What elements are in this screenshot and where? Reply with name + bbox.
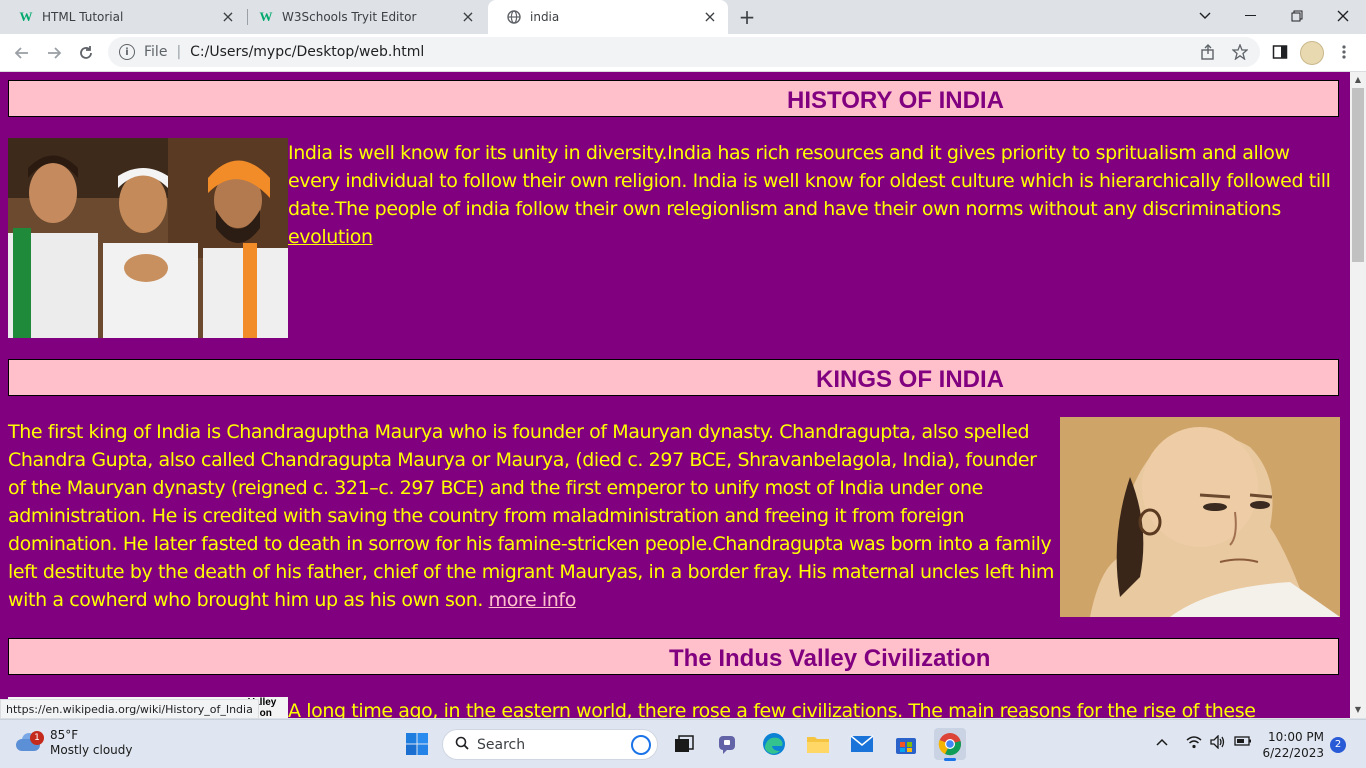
arrow-left-icon bbox=[14, 47, 28, 59]
heading-history-of-india: HISTORY OF INDIA bbox=[787, 87, 1004, 114]
task-view-icon bbox=[675, 735, 694, 752]
minimize-icon bbox=[1245, 15, 1256, 16]
tab-title: W3Schools Tryit Editor bbox=[282, 10, 417, 24]
minimize-button[interactable] bbox=[1228, 0, 1274, 32]
search-icon bbox=[455, 736, 469, 754]
close-icon[interactable]: × bbox=[702, 9, 718, 25]
file-explorer-button[interactable] bbox=[802, 728, 834, 760]
evolution-link[interactable]: evolution bbox=[288, 226, 373, 248]
forward-button[interactable] bbox=[40, 39, 68, 67]
heading-kings-of-india: KINGS OF INDIA bbox=[816, 366, 1005, 393]
bing-icon bbox=[631, 734, 651, 755]
tab-india[interactable]: india × bbox=[488, 0, 728, 34]
mail-button[interactable] bbox=[846, 728, 878, 760]
weather-temp: 85°F bbox=[50, 728, 79, 742]
side-panel-icon[interactable] bbox=[1270, 42, 1290, 62]
w3schools-icon: W bbox=[19, 9, 33, 24]
chrome-icon bbox=[938, 733, 961, 756]
edge-icon bbox=[763, 733, 785, 755]
bookmark-star-icon[interactable] bbox=[1230, 42, 1250, 62]
close-icon bbox=[1337, 10, 1349, 22]
restore-button[interactable] bbox=[1274, 0, 1320, 32]
clock-time: 10:00 PM bbox=[1268, 730, 1324, 744]
scroll-down-arrow[interactable]: ▼ bbox=[1350, 702, 1366, 718]
globe-icon bbox=[506, 9, 522, 25]
weather-badge: 1 bbox=[30, 731, 44, 745]
menu-icon[interactable] bbox=[1334, 42, 1354, 62]
teams-icon bbox=[719, 736, 735, 754]
chevron-down-icon bbox=[1199, 12, 1211, 19]
new-tab-button[interactable]: + bbox=[736, 6, 758, 28]
page-viewport: HISTORY OF INDIA India is well know for … bbox=[0, 72, 1350, 718]
teams-chat-button[interactable] bbox=[713, 728, 745, 760]
share-icon[interactable] bbox=[1198, 42, 1218, 62]
profile-avatar[interactable] bbox=[1300, 41, 1324, 65]
tab-title: HTML Tutorial bbox=[42, 10, 124, 24]
wifi-icon[interactable] bbox=[1186, 735, 1202, 753]
status-url-bubble: https://en.wikipedia.org/wiki/History_of… bbox=[0, 699, 259, 719]
system-clock[interactable]: 10:00 PM 6/22/2023 bbox=[1262, 729, 1324, 761]
chanakya-image bbox=[1060, 417, 1340, 617]
cloud-icon: 1 bbox=[14, 731, 44, 753]
w3schools-icon: W bbox=[259, 9, 273, 24]
url-scheme: File bbox=[144, 44, 168, 60]
people-image bbox=[8, 138, 288, 338]
tab-html-tutorial[interactable]: W HTML Tutorial × bbox=[0, 0, 246, 34]
start-button[interactable] bbox=[401, 728, 433, 760]
chevron-up-icon[interactable] bbox=[1156, 735, 1168, 750]
section-heading-kings: KINGS OF INDIA bbox=[8, 359, 1339, 396]
notification-badge[interactable]: 2 bbox=[1330, 737, 1346, 753]
address-bar[interactable]: i File | C:/Users/mypc/Desktop/web.html bbox=[108, 37, 1260, 67]
weather-desc: Mostly cloudy bbox=[50, 743, 133, 757]
separator: | bbox=[176, 44, 182, 60]
tab-title: india bbox=[530, 10, 560, 24]
reload-icon bbox=[80, 46, 92, 59]
back-button[interactable] bbox=[8, 39, 36, 67]
folder-icon bbox=[807, 737, 829, 753]
section-heading-history: HISTORY OF INDIA bbox=[8, 80, 1339, 117]
store-button[interactable] bbox=[890, 728, 922, 760]
close-window-button[interactable] bbox=[1320, 0, 1366, 32]
windows-logo-icon bbox=[406, 733, 428, 755]
section-heading-indus: The Indus Valley Civilization bbox=[8, 638, 1339, 675]
active-indicator bbox=[944, 758, 956, 761]
volume-icon[interactable] bbox=[1210, 734, 1226, 753]
chrome-button[interactable] bbox=[934, 728, 966, 761]
url-text[interactable]: C:/Users/mypc/Desktop/web.html bbox=[190, 44, 424, 60]
scroll-up-arrow[interactable]: ▲ bbox=[1350, 72, 1366, 88]
reload-button[interactable] bbox=[72, 39, 100, 67]
taskbar-search[interactable]: Search bbox=[442, 729, 658, 760]
tab-strip: W HTML Tutorial × W W3Schools Tryit Edit… bbox=[0, 0, 1366, 34]
search-placeholder: Search bbox=[477, 736, 526, 753]
edge-button[interactable] bbox=[758, 728, 790, 760]
history-paragraph: India is well know for its unity in dive… bbox=[288, 139, 1340, 251]
arrow-right-icon bbox=[48, 47, 62, 59]
weather-widget[interactable]: 1 85°F Mostly cloudy bbox=[14, 728, 133, 758]
battery-icon[interactable] bbox=[1234, 735, 1252, 751]
restore-icon bbox=[1291, 10, 1303, 22]
mail-icon bbox=[850, 735, 874, 752]
kings-paragraph: The first king of India is Chandraguptha… bbox=[8, 418, 1058, 614]
more-info-link[interactable]: more info bbox=[489, 589, 577, 611]
page-scrollbar[interactable]: ▲ ▼ bbox=[1350, 72, 1366, 718]
info-icon[interactable]: i bbox=[119, 44, 135, 60]
store-icon bbox=[896, 738, 916, 754]
scrollbar-thumb[interactable] bbox=[1352, 88, 1364, 262]
indus-paragraph: A long time ago, in the eastern world, t… bbox=[288, 700, 1256, 718]
windows-taskbar: 1 85°F Mostly cloudy Search 10:00 PM 6/2… bbox=[0, 719, 1366, 768]
tab-search-button[interactable] bbox=[1182, 0, 1228, 32]
task-view-button[interactable] bbox=[668, 728, 700, 760]
clock-date: 6/22/2023 bbox=[1262, 746, 1324, 760]
history-text: India is well know for its unity in dive… bbox=[288, 142, 1331, 220]
close-icon[interactable]: × bbox=[220, 9, 236, 25]
browser-toolbar: i File | C:/Users/mypc/Desktop/web.html bbox=[0, 34, 1366, 72]
tab-tryit-editor[interactable]: W W3Schools Tryit Editor × bbox=[240, 0, 486, 34]
close-icon[interactable]: × bbox=[460, 9, 476, 25]
heading-indus-valley: The Indus Valley Civilization bbox=[669, 645, 991, 672]
kings-text: The first king of India is Chandraguptha… bbox=[8, 421, 1055, 611]
